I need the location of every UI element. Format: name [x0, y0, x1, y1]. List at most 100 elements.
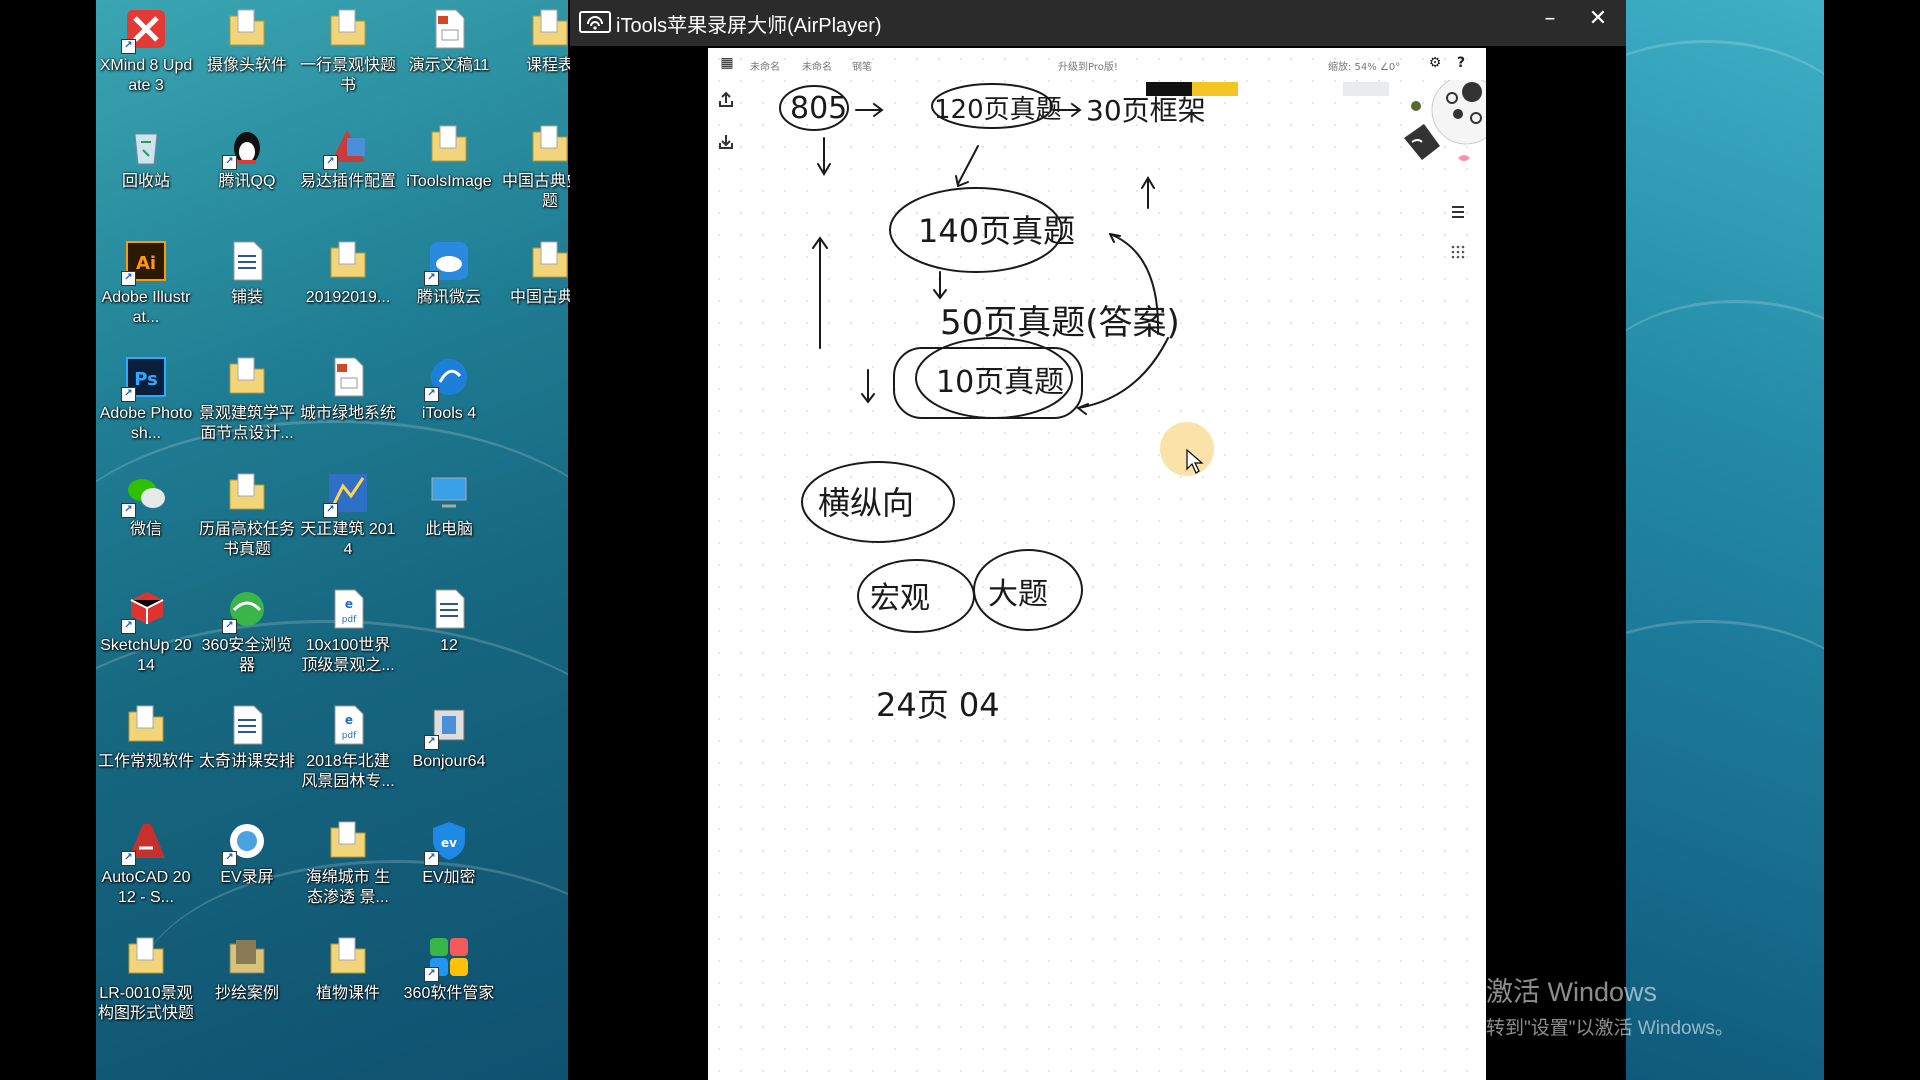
desktop-icon[interactable]: 抄绘案例	[197, 928, 297, 1040]
windows-activation-watermark: 激活 Windows 转到"设置"以激活 Windows。	[1486, 970, 1734, 1040]
folder-icon	[527, 6, 573, 52]
desktop-icon[interactable]: 12	[399, 580, 499, 692]
mouse-cursor-icon	[1186, 449, 1204, 474]
shortcut-arrow-icon: ↗	[424, 387, 439, 402]
window-title: iTools苹果录屏大师(AirPlayer)	[616, 15, 882, 37]
desktop-icon-label: 微信	[129, 521, 162, 538]
recycle-bin-icon	[123, 122, 169, 168]
airplay-screen-icon	[579, 11, 611, 33]
note-10-pages: 10页真题	[936, 365, 1064, 400]
desktop-icon-label: Adobe Photosh...	[99, 405, 193, 442]
desktop-icon-label: 植物课件	[315, 985, 380, 1002]
desktop-icon-label: 20192019...	[305, 289, 391, 306]
airplayer-window: iTools苹果录屏大师(AirPlayer) – ✕ ▦ 未命名 未命名 钢笔…	[570, 0, 1626, 1080]
qq-penguin-icon: ↗	[222, 122, 270, 170]
handwritten-mindmap: 805 120页真题 30页框架 140页真题 50页真题(答案) 10页真题 …	[779, 83, 1206, 724]
desktop-icon[interactable]: Ps ↗ Adobe Photosh...	[96, 348, 196, 460]
desktop-icon[interactable]: e pdf 10x100世界顶级景观之...	[298, 580, 398, 692]
desktop-icon[interactable]: 城市绿地系统	[298, 348, 398, 460]
desktop-icon[interactable]: 历届高校任务书真题	[197, 464, 297, 576]
desktop-icon[interactable]: e pdf 2018年北建风景园林专...	[298, 696, 398, 808]
desktop-icon[interactable]: 铺装	[197, 232, 297, 344]
desktop-icon[interactable]: 一行景观快题书	[298, 0, 398, 112]
desktop-icon[interactable]: ↗ Bonjour64	[399, 696, 499, 808]
xmind-icon: ↗	[121, 6, 169, 54]
desktop-icon[interactable]: ↗ 微信	[96, 464, 196, 576]
folder-icon	[224, 470, 270, 516]
desktop-icon-label: 12	[440, 637, 458, 654]
shortcut-arrow-icon: ↗	[222, 155, 237, 170]
desktop-icon[interactable]: ↗ 腾讯微云	[399, 232, 499, 344]
desktop-icon[interactable]: 海绵城市 生态渗透 景...	[298, 812, 398, 924]
desktop-icon[interactable]: ↗ 腾讯QQ	[197, 116, 297, 228]
powerpoint-doc-icon	[325, 354, 371, 400]
desktop-icon[interactable]: 摄像头软件	[197, 0, 297, 112]
desktop-icon[interactable]: ↗ 易达插件配置	[298, 116, 398, 228]
desktop-icon[interactable]: ↗ 360安全浏览器	[197, 580, 297, 692]
tangent-arch-icon: ↗	[323, 470, 371, 518]
desktop-icon[interactable]: ↗ EV录屏	[197, 812, 297, 924]
desktop-icon[interactable]: 植物课件	[298, 928, 398, 1040]
this-pc-icon	[426, 470, 472, 516]
desktop-icon-label: 腾讯QQ	[218, 173, 276, 190]
desktop-icon-label: 演示文稿11	[408, 57, 490, 74]
svg-text:ev: ev	[441, 836, 457, 850]
desktop-icon[interactable]: 回收站	[96, 116, 196, 228]
desktop-icon[interactable]: ↗ 天正建筑 2014	[298, 464, 398, 576]
desktop-icon-label: iToolsImage	[406, 173, 492, 190]
folder-icon	[325, 934, 371, 980]
note-120-pages: 120页真题	[934, 95, 1062, 125]
folder-icon	[426, 122, 472, 168]
activation-title: 激活 Windows	[1486, 977, 1658, 1007]
close-button[interactable]: ✕	[1576, 2, 1620, 38]
desktop-icon[interactable]: ↗ XMind 8 Update 3	[96, 0, 196, 112]
desktop-icon[interactable]: 20192019...	[298, 232, 398, 344]
desktop-icon[interactable]: ↗ AutoCAD 2012 - S...	[96, 812, 196, 924]
note-horizontal-vertical: 横纵向	[818, 484, 914, 522]
desktop-icon-label: 景观建筑学平面节点设计...	[199, 405, 296, 442]
window-titlebar[interactable]: iTools苹果录屏大师(AirPlayer) – ✕	[570, 0, 1626, 46]
shortcut-arrow-icon: ↗	[424, 735, 439, 750]
desktop-icon[interactable]: 此电脑	[399, 464, 499, 576]
desktop-icon[interactable]: ↗ 360软件管家	[399, 928, 499, 1040]
note-24-pages-04: 24页 04	[876, 686, 1000, 724]
shortcut-arrow-icon: ↗	[424, 851, 439, 866]
activation-hint: 转到"设置"以激活 Windows。	[1486, 1018, 1734, 1039]
ev-encrypt-icon: ev ↗	[424, 818, 472, 866]
desktop-icon-label: 回收站	[121, 173, 170, 190]
desktop-icon[interactable]: LR-0010景观构图形式快题	[96, 928, 196, 1040]
desktop-icon-label: Bonjour64	[412, 753, 486, 770]
svg-text:Ai: Ai	[136, 253, 156, 274]
folder-photo-icon	[224, 934, 270, 980]
note-140-pages: 140页真题	[918, 212, 1075, 250]
shortcut-arrow-icon: ↗	[424, 967, 439, 982]
minimize-button[interactable]: –	[1530, 4, 1570, 40]
desktop-icon[interactable]: 工作常规软件	[96, 696, 196, 808]
desktop-icon-label: 摄像头软件	[206, 57, 287, 74]
desktop-icon-label: 10x100世界顶级景观之...	[301, 637, 395, 674]
desktop-icon[interactable]: Ai ↗ Adobe Illustrat...	[96, 232, 196, 344]
mirrored-notes-canvas[interactable]: ▦ 未命名 未命名 钢笔 升级到Pro版! 缩放: 54% ∠0° ⚙ ? 80…	[708, 48, 1486, 1080]
itools-icon: ↗	[424, 354, 472, 402]
desktop-icon[interactable]: ↗ iTools 4	[399, 348, 499, 460]
desktop-icon[interactable]: ↗ SketchUp 2014	[96, 580, 196, 692]
desktop-icon-label: LR-0010景观构图形式快题	[98, 985, 195, 1022]
shortcut-arrow-icon: ↗	[121, 619, 136, 634]
shortcut-arrow-icon: ↗	[121, 851, 136, 866]
note-macro: 宏观	[870, 581, 930, 616]
desktop-icon[interactable]: 演示文稿11	[399, 0, 499, 112]
desktop-icon[interactable]: iToolsImage	[399, 116, 499, 228]
svg-text:pdf: pdf	[342, 615, 357, 625]
folder-icon	[123, 702, 169, 748]
desktop-icon-label: 一行景观快题书	[300, 57, 397, 94]
desktop-icon[interactable]: 太奇讲课安排	[197, 696, 297, 808]
desktop-icon-label: AutoCAD 2012 - S...	[101, 869, 191, 906]
shortcut-arrow-icon: ↗	[121, 39, 136, 54]
note-50-answers: 50页真题(答案)	[940, 303, 1180, 343]
svg-text:pdf: pdf	[342, 731, 357, 741]
folder-icon	[123, 934, 169, 980]
desktop-icon[interactable]: 景观建筑学平面节点设计...	[197, 348, 297, 460]
desktop-icon[interactable]: ev ↗ EV加密	[399, 812, 499, 924]
yida-plugin-icon: ↗	[323, 122, 371, 170]
letterbox-left	[0, 0, 96, 1080]
